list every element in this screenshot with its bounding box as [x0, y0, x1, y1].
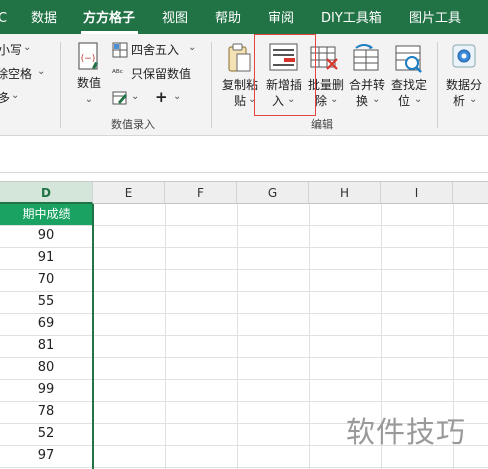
score-cell[interactable]: 78	[0, 401, 92, 423]
score-cell[interactable]: 91	[0, 247, 92, 269]
chevron-down-icon: ⌄	[131, 91, 140, 102]
find-locate-label-1: 查找定	[390, 78, 427, 92]
column-header-g[interactable]: G	[237, 182, 309, 204]
keep-values-button[interactable]: 只保留数值	[131, 66, 191, 82]
find-locate-button[interactable]: 查找定 位 ⌄	[387, 42, 431, 110]
grid-line	[0, 467, 488, 468]
merge-convert-label-1: 合并转	[348, 78, 385, 92]
group-separator	[437, 42, 438, 128]
chevron-down-icon: ⌄	[173, 91, 182, 102]
chevron-down-icon: ⌄	[188, 42, 197, 53]
abc-icon: ᴬᴮᶜ	[112, 69, 124, 79]
numeric-button[interactable]: (−) 数值 ⌄	[69, 40, 109, 116]
value-entry-group-label: 数值录入	[111, 118, 155, 131]
group-separator	[211, 42, 212, 128]
plus-button[interactable]: +	[155, 89, 168, 105]
tab-partial[interactable]: C	[0, 11, 7, 27]
chevron-down-icon: ⌄	[11, 90, 20, 101]
selection-border	[92, 204, 94, 469]
data-analysis-icon	[452, 44, 476, 68]
column-header-d[interactable]: D	[0, 182, 93, 204]
tab-fangfang[interactable]: 方方格子	[83, 11, 135, 27]
group-separator	[60, 42, 61, 128]
score-cell[interactable]: 99	[0, 379, 92, 401]
grid-line	[309, 204, 310, 469]
numeric-label: 数值	[76, 76, 101, 90]
score-cell[interactable]: 81	[0, 335, 92, 357]
lowercase-button[interactable]: 小写	[0, 42, 22, 58]
tab-diy-toolbox[interactable]: DIY工具箱	[321, 11, 382, 27]
score-header-cell[interactable]: 期中成绩	[0, 204, 93, 225]
round-icon	[112, 42, 128, 58]
chevron-down-icon: ⌄	[23, 42, 32, 53]
column-header-f[interactable]: F	[165, 182, 237, 204]
column-header-e[interactable]: E	[93, 182, 165, 204]
chevron-down-icon: ⌄	[414, 94, 423, 105]
more-button[interactable]: 多	[0, 90, 10, 106]
score-cell[interactable]: 70	[0, 269, 92, 291]
score-cell[interactable]: 80	[0, 357, 92, 379]
tab-picture-tools[interactable]: 图片工具	[409, 11, 461, 27]
tab-view[interactable]: 视图	[162, 11, 188, 27]
watermark-text: 软件技巧	[346, 415, 467, 449]
numeric-icon: (−)	[78, 42, 98, 70]
score-cell[interactable]: 90	[0, 225, 92, 247]
svg-text:(−): (−)	[81, 54, 96, 64]
score-cell[interactable]: 97	[0, 445, 92, 467]
score-cell[interactable]: 55	[0, 291, 92, 313]
chevron-down-icon: ⌄	[330, 94, 339, 105]
tab-data[interactable]: 数据	[31, 11, 57, 27]
data-analysis-button[interactable]: 数据分 析 ⌄	[442, 42, 486, 110]
chevron-down-icon: ⌄	[372, 94, 381, 105]
clipboard-icon	[228, 43, 251, 72]
chevron-down-icon: ⌄	[84, 94, 94, 105]
column-header-h[interactable]: H	[309, 182, 381, 204]
find-icon	[395, 45, 422, 73]
score-cell[interactable]: 69	[0, 313, 92, 335]
edit-group-label: 编辑	[311, 118, 333, 131]
tab-help[interactable]: 帮助	[215, 11, 241, 27]
column-header-empty	[453, 182, 488, 204]
remove-spaces-button[interactable]: 除空格	[0, 66, 32, 82]
column-header-i[interactable]: I	[381, 182, 453, 204]
ribbon-tab-bar: C 数据 方方格子 视图 帮助 审阅 DIY工具箱 图片工具	[0, 0, 488, 34]
data-analysis-label-1: 数据分	[445, 78, 482, 92]
grid-line	[237, 204, 238, 469]
tab-review[interactable]: 审阅	[268, 11, 294, 27]
grid-line	[165, 204, 166, 469]
chevron-down-icon: ⌄	[469, 94, 478, 105]
merge-icon	[353, 44, 379, 71]
formula-bar-area[interactable]	[0, 137, 488, 173]
score-cell[interactable]: 52	[0, 423, 92, 445]
edit-table-icon	[112, 91, 127, 105]
insert-new-highlight-box	[254, 34, 316, 116]
chevron-down-icon: ⌄	[37, 66, 46, 77]
ribbon: 小写 ⌄ 除空格 ⌄ 多 ⌄ (−) 数值 ⌄ 四舍五入 ⌄ ᴬᴮᶜ 只保留数值…	[0, 34, 488, 136]
round-button[interactable]: 四舍五入	[131, 42, 179, 58]
